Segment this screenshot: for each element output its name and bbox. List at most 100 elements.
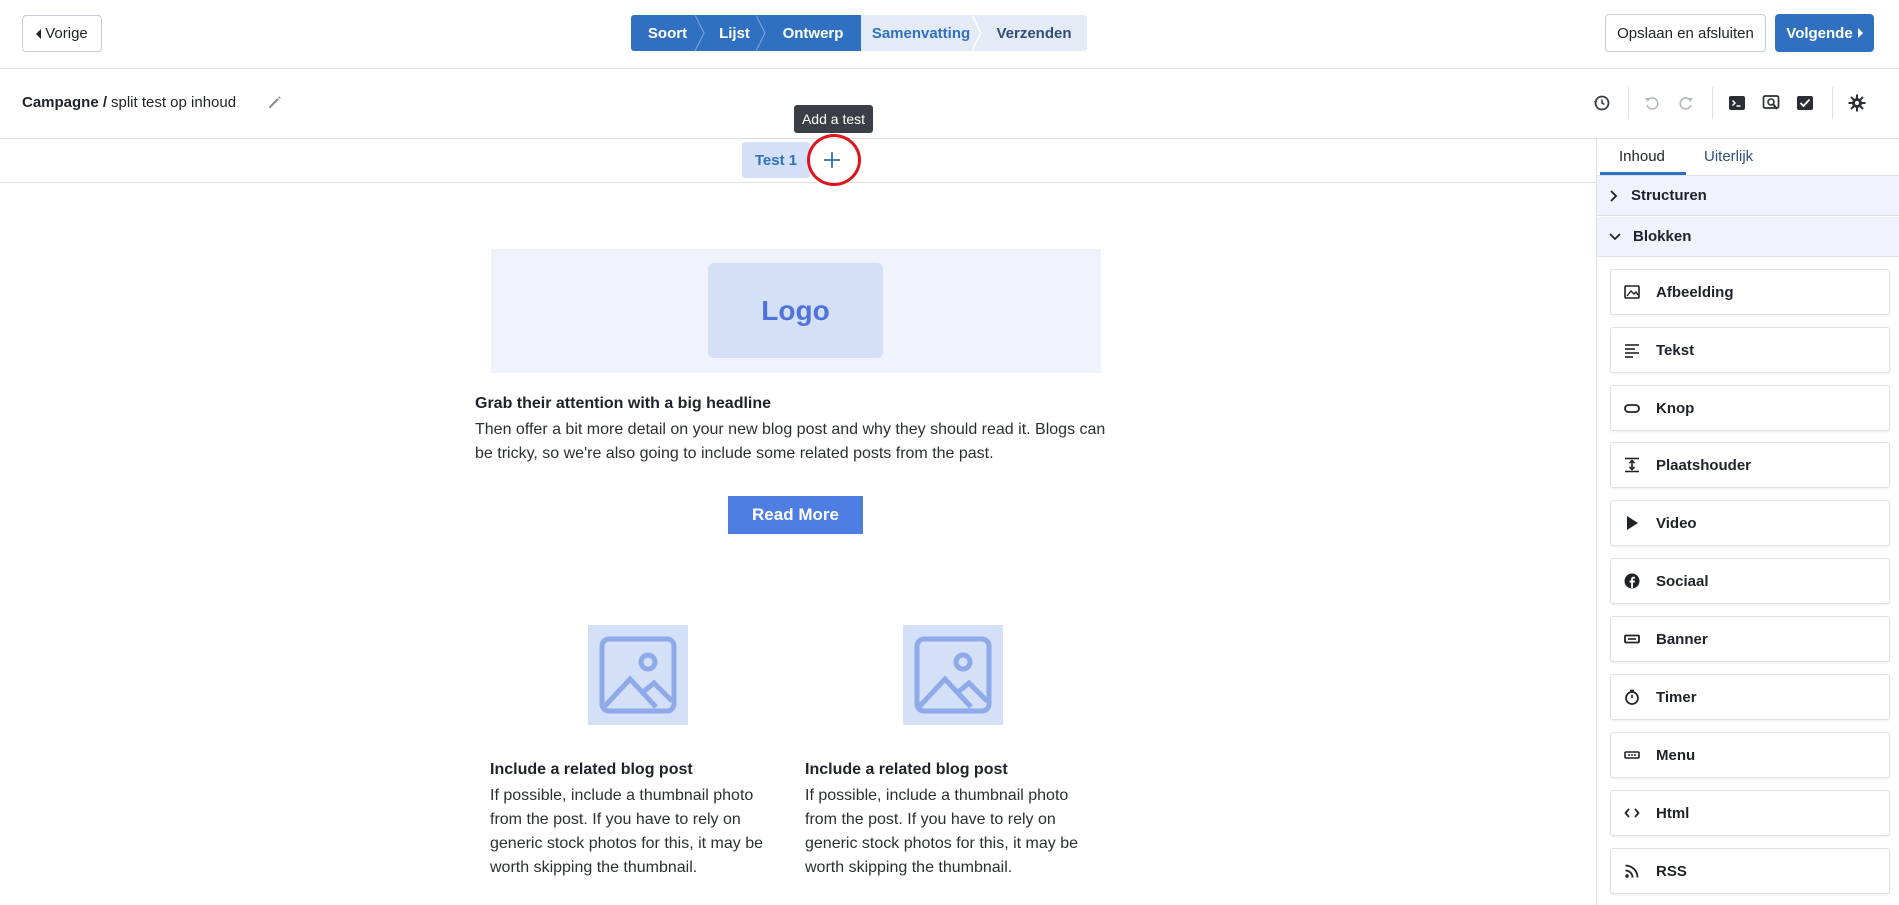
- block-label: Afbeelding: [1656, 283, 1734, 301]
- block-label: RSS: [1656, 862, 1687, 880]
- step-label: Verzenden: [996, 24, 1072, 42]
- plus-icon: [824, 152, 840, 168]
- step-chevron-icon: [695, 15, 705, 51]
- text-icon: [1623, 341, 1641, 359]
- block-knop[interactable]: Knop: [1610, 385, 1890, 431]
- section-blokken[interactable]: Blokken: [1597, 217, 1899, 257]
- step-lijst[interactable]: Lijst: [704, 15, 766, 51]
- timer-icon: [1623, 688, 1641, 706]
- facebook-icon: [1623, 572, 1641, 590]
- step-chevron-icon: [852, 15, 861, 51]
- play-icon: [1623, 514, 1641, 532]
- step-label: Samenvatting: [871, 24, 971, 42]
- rss-icon: [1623, 862, 1641, 880]
- block-menu[interactable]: Menu: [1610, 732, 1890, 778]
- campaign-name: split test op inhoud: [111, 94, 237, 111]
- section-label: Structuren: [1631, 187, 1707, 204]
- tab-uiterlijk[interactable]: Uiterlijk: [1704, 148, 1753, 165]
- pencil-icon[interactable]: [266, 93, 284, 111]
- post-body[interactable]: If possible, include a thumbnail photo f…: [490, 784, 780, 880]
- preview-icon[interactable]: [1760, 92, 1782, 114]
- block-timer[interactable]: Timer: [1610, 674, 1890, 720]
- block-tekst[interactable]: Tekst: [1610, 327, 1890, 373]
- image-placeholder[interactable]: [903, 625, 1003, 725]
- top-bar: Vorige Soort Lijst Ontwerp Samenvatting …: [0, 0, 1899, 69]
- block-label: Html: [1656, 804, 1690, 822]
- block-label: Sociaal: [1656, 572, 1709, 590]
- step-verzenden[interactable]: Verzenden: [981, 15, 1087, 51]
- step-chevron-icon: [756, 15, 766, 51]
- chevron-down-icon: [1609, 232, 1621, 240]
- read-more-button[interactable]: Read More: [728, 496, 863, 534]
- undo-icon[interactable]: [1641, 92, 1663, 114]
- step-chevron-icon: [972, 15, 982, 51]
- next-button-label: Volgende: [1786, 24, 1853, 42]
- block-label: Knop: [1656, 399, 1695, 417]
- history-icon[interactable]: [1591, 92, 1613, 114]
- email-intro-text[interactable]: Then offer a bit more detail on your new…: [475, 418, 1115, 466]
- step-ontwerp[interactable]: Ontwerp: [765, 15, 861, 51]
- banner-icon: [1623, 630, 1641, 648]
- editor-sidebar: Inhoud Uiterlijk Structuren Blokken Afbe…: [1596, 139, 1899, 905]
- active-tab-indicator: [1600, 172, 1686, 175]
- block-label: Plaatshouder: [1656, 456, 1752, 474]
- post-title[interactable]: Include a related blog post: [490, 761, 693, 779]
- image-icon: [599, 636, 677, 714]
- image-placeholder[interactable]: [588, 625, 688, 725]
- block-sociaal[interactable]: Sociaal: [1610, 558, 1890, 604]
- step-label: Soort: [647, 24, 688, 42]
- button-icon: [1623, 399, 1641, 417]
- caret-right-icon: [1857, 28, 1863, 38]
- email-canvas: Logo Grab their attention with a big hea…: [0, 183, 1596, 905]
- image-icon: [1623, 283, 1641, 301]
- toolbar-divider: [1712, 87, 1713, 119]
- step-label: Lijst: [719, 24, 750, 42]
- test-send-icon[interactable]: [1794, 92, 1816, 114]
- chevron-right-icon: [1610, 189, 1618, 202]
- campaign-bar: Campagne / split test op inhoud: [0, 69, 1899, 139]
- toolbar-divider: [1628, 87, 1629, 119]
- block-label: Menu: [1656, 746, 1696, 764]
- settings-icon[interactable]: [1846, 92, 1868, 114]
- breadcrumb: Campagne /: [22, 94, 108, 111]
- block-html[interactable]: Html: [1610, 790, 1890, 836]
- test-tabs-bar: Test 1: [0, 139, 1596, 183]
- back-button-label: Vorige: [45, 25, 88, 42]
- block-label: Banner: [1656, 630, 1708, 648]
- post-title[interactable]: Include a related blog post: [805, 761, 1008, 779]
- menu-icon: [1623, 746, 1641, 764]
- wizard-steps: Soort Lijst Ontwerp Samenvatting Verzend…: [631, 15, 1087, 51]
- step-label: Ontwerp: [782, 24, 844, 42]
- section-label: Blokken: [1633, 228, 1692, 245]
- logo-placeholder[interactable]: Logo: [708, 263, 883, 358]
- step-soort[interactable]: Soort: [631, 15, 705, 51]
- block-label: Video: [1656, 514, 1697, 532]
- sidebar-tabs: Inhoud Uiterlijk: [1597, 139, 1899, 176]
- logo-section[interactable]: Logo: [491, 249, 1101, 373]
- image-icon: [914, 636, 992, 714]
- post-body[interactable]: If possible, include a thumbnail photo f…: [805, 784, 1095, 880]
- block-banner[interactable]: Banner: [1610, 616, 1890, 662]
- spacer-icon: [1623, 456, 1641, 474]
- block-afbeelding[interactable]: Afbeelding: [1610, 269, 1890, 315]
- section-structuren[interactable]: Structuren: [1597, 176, 1899, 216]
- email-headline[interactable]: Grab their attention with a big headline: [475, 395, 771, 413]
- add-test-tooltip: Add a test: [794, 105, 873, 133]
- redo-icon[interactable]: [1675, 92, 1697, 114]
- block-label: Timer: [1656, 688, 1697, 706]
- block-rss[interactable]: RSS: [1610, 848, 1890, 894]
- code-icon: [1623, 804, 1641, 822]
- caret-left-icon: [36, 28, 42, 39]
- step-samenvatting[interactable]: Samenvatting: [861, 15, 982, 51]
- tab-test-1[interactable]: Test 1: [742, 142, 810, 178]
- save-and-close-button[interactable]: Opslaan en afsluiten: [1605, 14, 1766, 52]
- block-plaatshouder[interactable]: Plaatshouder: [1610, 442, 1890, 488]
- next-button[interactable]: Volgende: [1775, 14, 1874, 52]
- terminal-icon[interactable]: [1726, 92, 1748, 114]
- block-label: Tekst: [1656, 341, 1695, 359]
- add-test-button[interactable]: [811, 142, 853, 178]
- tab-inhoud[interactable]: Inhoud: [1619, 148, 1665, 165]
- toolbar-divider: [1832, 87, 1833, 119]
- back-button[interactable]: Vorige: [22, 15, 102, 52]
- block-video[interactable]: Video: [1610, 500, 1890, 546]
